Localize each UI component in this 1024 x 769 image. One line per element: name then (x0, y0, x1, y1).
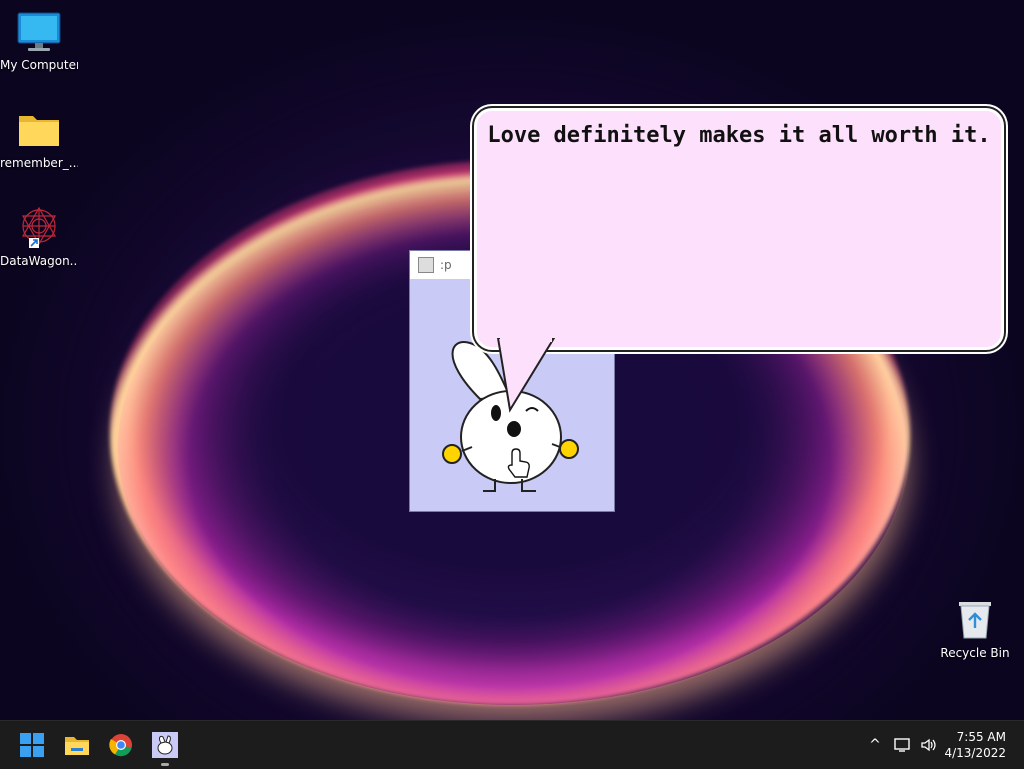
taskbar-clock[interactable]: 7:55 AM 4/13/2022 (944, 729, 1006, 761)
clock-time: 7:55 AM (956, 730, 1006, 744)
desktop-icon-label: Recycle Bin (940, 646, 1010, 660)
running-indicator (161, 763, 169, 766)
taskbar: ^ 7:55 AM 4/13/2022 (0, 720, 1024, 769)
recycle-bin-icon (953, 598, 997, 642)
app-icon (418, 257, 434, 273)
show-hidden-icons-chevron-icon[interactable]: ^ (864, 737, 886, 753)
speech-bubble-tail (496, 338, 556, 413)
speech-bubble: Love definitely makes it all worth it. (474, 108, 1004, 350)
bunny-app-icon (152, 732, 178, 758)
desktop-icon-recycle-bin[interactable]: Recycle Bin (936, 598, 1014, 660)
file-explorer-icon (65, 737, 89, 755)
desktop-icon-folder[interactable]: remember_... (0, 108, 78, 170)
folder-icon (17, 108, 61, 152)
desktop-icon-label: DataWagon... (0, 254, 78, 268)
volume-icon[interactable] (920, 737, 938, 753)
desktop-icon-label: My Computer (0, 58, 78, 72)
speech-text: Love definitely makes it all worth it. (487, 123, 991, 148)
taskbar-file-explorer[interactable] (59, 727, 95, 763)
windows-start-icon (20, 733, 44, 757)
start-button[interactable] (14, 727, 50, 763)
taskbar-bunny-app[interactable] (147, 727, 183, 766)
desktop-icon-my-computer[interactable]: My Computer (0, 10, 78, 72)
datawagon-icon (17, 206, 61, 250)
network-icon[interactable] (894, 737, 912, 753)
system-tray: ^ (864, 721, 938, 769)
taskbar-chrome[interactable] (103, 727, 139, 763)
desktop-icon-label: remember_... (0, 156, 78, 170)
clock-date: 4/13/2022 (944, 746, 1006, 760)
window-title: :p (440, 258, 452, 272)
monitor-icon (17, 10, 61, 54)
desktop-icon-datawagon[interactable]: DataWagon... (0, 206, 78, 268)
chrome-icon (109, 734, 132, 757)
